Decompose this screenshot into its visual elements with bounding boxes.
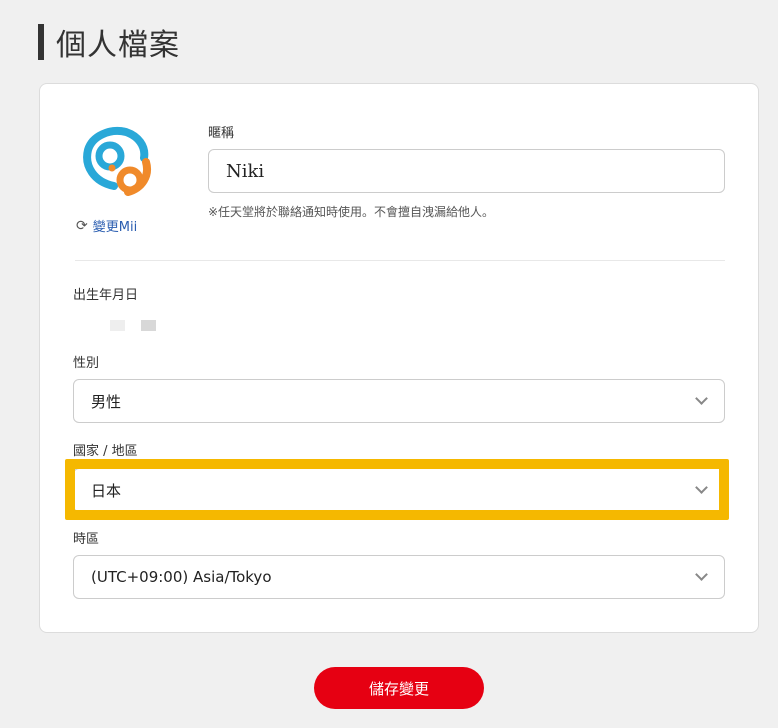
section-divider (75, 260, 725, 261)
chevron-down-icon (695, 481, 708, 494)
nickname-value: Niki (226, 160, 265, 182)
change-mii-label: 變更Mii (92, 220, 138, 235)
chevron-down-icon (695, 568, 708, 581)
country-select[interactable]: 日本 (73, 468, 725, 512)
birthdate-month-placeholder (141, 320, 156, 331)
country-selected: 日本 (91, 481, 122, 500)
timezone-selected: (UTC+09:00) Asia/Tokyo (91, 568, 272, 586)
gender-label: 性別 (73, 356, 100, 371)
timezone-select[interactable]: (UTC+09:00) Asia/Tokyo (73, 555, 725, 599)
page-title: 個人檔案 (56, 28, 180, 63)
birthdate-year-placeholder (110, 320, 125, 331)
gender-select[interactable]: 男性 (73, 379, 725, 423)
birthdate-label: 出生年月日 (73, 288, 139, 303)
change-mii-link[interactable]: ⟳ 變更Mii (76, 216, 138, 236)
mii-avatar-icon (80, 122, 160, 202)
gender-selected: 男性 (91, 392, 122, 411)
nickname-note: ※任天堂將於聯絡通知時使用。不會擅自洩漏給他人。 (208, 205, 495, 219)
heading-bar (38, 24, 44, 60)
birthdate-values (110, 320, 156, 331)
refresh-icon: ⟳ (76, 217, 88, 234)
chevron-down-icon (695, 392, 708, 405)
save-changes-button[interactable]: 儲存變更 (314, 667, 484, 709)
nickname-label: 暱稱 (208, 126, 235, 141)
profile-card: ⟳ 變更Mii 暱稱 Niki ※任天堂將於聯絡通知時使用。不會擅自洩漏給他人。… (39, 83, 759, 633)
nickname-field[interactable]: Niki (208, 149, 725, 193)
country-label: 國家 / 地區 (73, 444, 138, 459)
page-heading: 個人檔案 (38, 20, 180, 64)
timezone-label: 時區 (73, 532, 100, 547)
